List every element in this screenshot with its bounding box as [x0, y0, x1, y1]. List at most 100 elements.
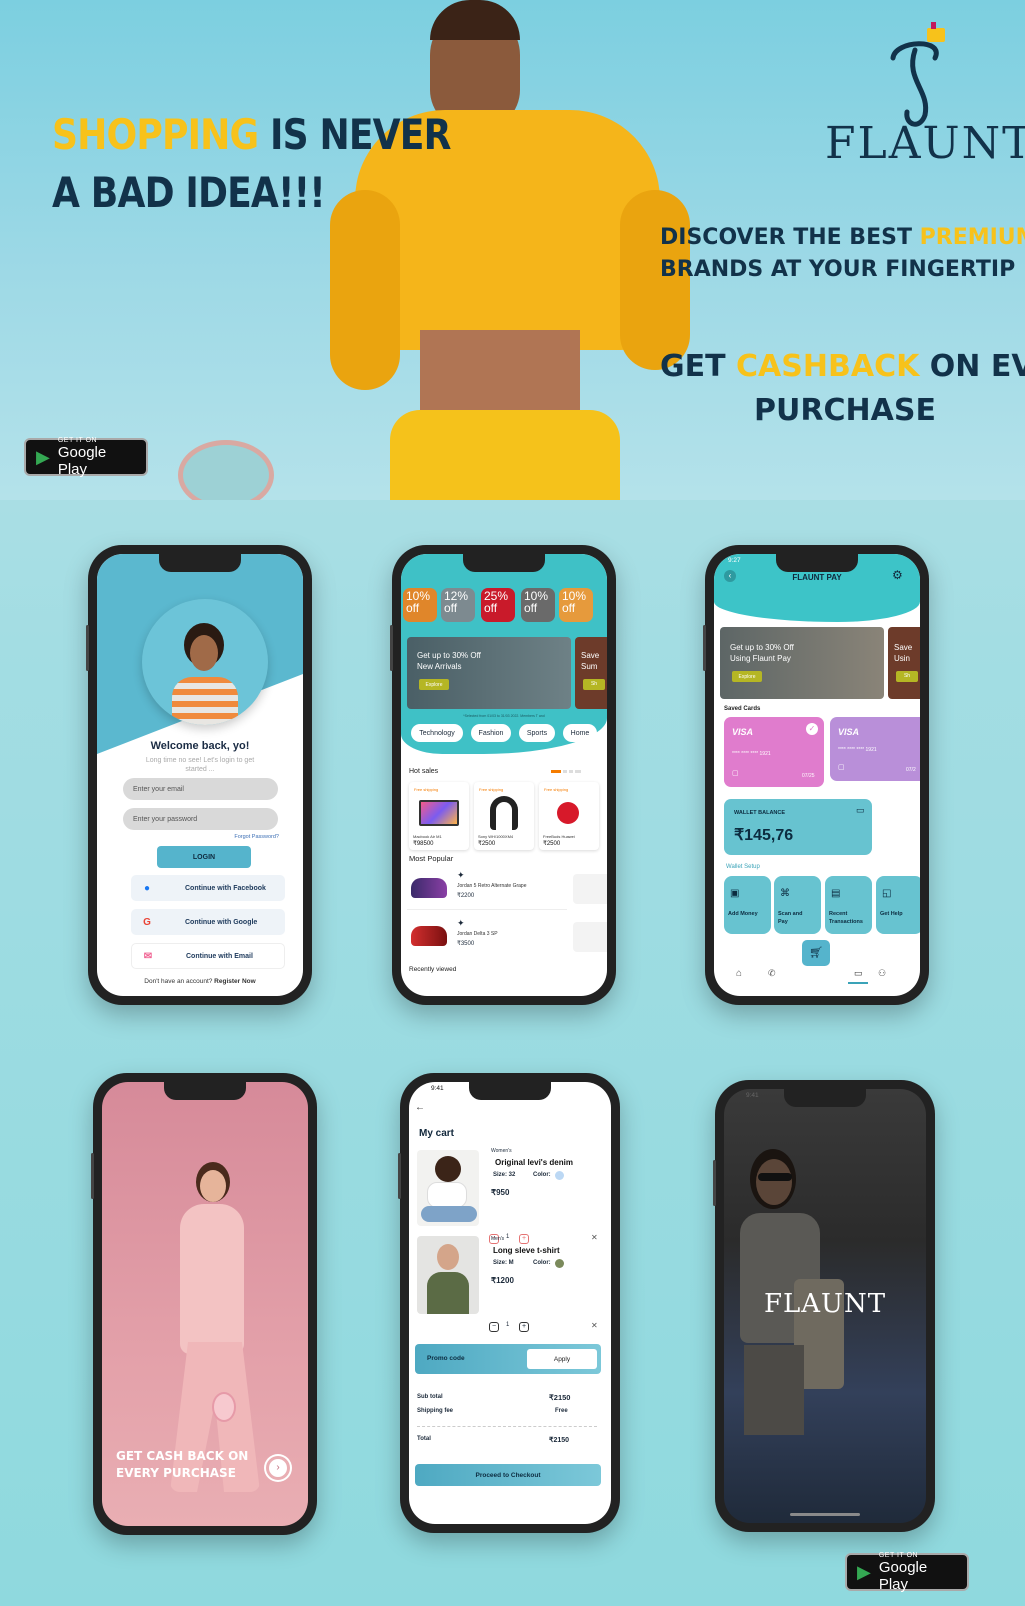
headphones-image	[490, 796, 518, 830]
scan-icon: ⌘	[780, 888, 790, 899]
scan-pay-tile[interactable]: ⌘ Scan and Pay	[774, 876, 821, 934]
phone-login: Welcome back, yo! Long time no see! Let'…	[86, 545, 312, 1005]
google-login-button[interactable]: G Continue with Google	[131, 909, 285, 935]
cart-title: My cart	[419, 1128, 455, 1139]
jordan-logo-icon: ✦	[457, 918, 465, 928]
google-play-badge-bottom[interactable]: ▶ GET IT ON Google Play	[845, 1552, 969, 1593]
hot-sales-heading: Hot sales	[409, 768, 439, 775]
category-sports[interactable]: Sports	[519, 724, 555, 742]
splash-screen: 9:41 FLAUNT	[724, 1089, 926, 1523]
cashback-screen: GET CASH BACK ON EVERY PURCHASE ›	[102, 1082, 308, 1526]
explore-button[interactable]: Explore	[419, 679, 449, 690]
subtotal-label: Sub total	[417, 1394, 443, 1400]
promo-banner[interactable]: Get up to 30% Off New Arrivals Explore	[407, 637, 571, 709]
avatar	[142, 599, 268, 725]
decrease-button[interactable]: −	[489, 1322, 499, 1332]
promo-banner-next[interactable]: Save Sum Sh	[575, 637, 607, 709]
play-store-icon: ▶	[36, 446, 50, 467]
register-prompt: Don't have an account? Register Now	[144, 978, 256, 985]
product-card[interactable]: Free shipping FreeBuds Huawei ₹2500	[539, 782, 599, 850]
shipping-label: Shipping fee	[417, 1408, 453, 1414]
hero-headline-line2: A BAD IDEA!!!	[52, 168, 326, 217]
login-button[interactable]: LOGIN	[157, 846, 251, 868]
cart-item: Men's Long sleve t-shirt Size: M Color: …	[415, 1230, 605, 1318]
splash-brand: FLAUNT	[763, 1289, 887, 1319]
pay-promo-banner-next[interactable]: Save Usin Sh	[888, 627, 920, 699]
bottom-nav: ⌂ ✆ ▭ ⚇	[714, 956, 920, 996]
email-login-button[interactable]: ✉ Continue with Email	[131, 943, 285, 969]
phone-pay: 9:27 ‹ FLAUNT PAY ⚙ Get up to 30% Off Us…	[703, 545, 929, 1005]
cashback-text: GET CASH BACK ON EVERY PURCHASE	[116, 1449, 249, 1480]
product-card[interactable]: Free shipping Sony WH/1000XM4 ₹2500	[474, 782, 534, 850]
recent-transactions-tile[interactable]: ▤ Recent Transactions	[825, 876, 872, 934]
product-image	[417, 1150, 479, 1226]
category-home[interactable]: Home	[563, 724, 597, 742]
pay-promo-banner[interactable]: Get up to 30% Off Using Flaunt Pay Explo…	[720, 627, 884, 699]
checkout-button[interactable]: Proceed to Checkout	[415, 1464, 601, 1486]
users-icon[interactable]: ⚇	[878, 968, 886, 979]
product-card[interactable]: Free shipping Macbook Air M1 ₹98500	[409, 782, 469, 850]
card-visa-pink[interactable]: VISA ✓ **** **** **** 1921 ▢ 07/25	[724, 717, 824, 787]
back-arrow-icon[interactable]: ←	[415, 1102, 425, 1113]
status-time: 9:27	[728, 557, 741, 564]
home-icon[interactable]: ⌂	[736, 968, 742, 979]
list-item[interactable]: ✦ Jordan 5 Retro Alternate Grape ₹2200	[407, 868, 567, 910]
phone-cart: 9:41 ← My cart Women's Original levi's d…	[398, 1073, 620, 1533]
chip-icon: ▢	[732, 770, 739, 777]
next-button[interactable]: ›	[266, 1456, 290, 1480]
product-image	[417, 1236, 479, 1314]
hero-headline-line1: SHOPPING IS NEVER	[52, 110, 451, 159]
password-field[interactable]: Enter your password	[123, 808, 278, 830]
wallet-nav-icon[interactable]: ▭	[854, 968, 863, 979]
active-underline	[848, 982, 868, 984]
promo-code-input[interactable]: Promo code	[427, 1355, 465, 1362]
settings-icon[interactable]: ⚙	[892, 568, 903, 582]
offer-tile[interactable]: 25% off	[481, 588, 515, 622]
email-field[interactable]: Enter your email	[123, 778, 278, 800]
facebook-login-button[interactable]: ● Continue with Facebook	[131, 875, 285, 901]
register-link[interactable]: Register Now	[214, 978, 256, 985]
phone-home: 10% off 12% off 25% off 10% off 10% off …	[390, 545, 616, 1005]
explore-button[interactable]: Explore	[732, 671, 762, 682]
sneaker-image	[411, 926, 447, 946]
offer-tile[interactable]: 12% off	[441, 588, 475, 622]
quantity-value: 1	[506, 1322, 510, 1328]
home-screen: 10% off 12% off 25% off 10% off 10% off …	[401, 554, 607, 996]
chip-icon: ▢	[838, 764, 845, 771]
saved-cards-heading: Saved Cards	[724, 706, 761, 712]
forgot-password-link[interactable]: Forgot Password?	[217, 834, 279, 840]
sneaker-image-next	[573, 874, 607, 904]
facebook-icon: ●	[143, 882, 151, 894]
carousel-dots	[551, 770, 581, 773]
google-play-badge-top[interactable]: ▶ GET IT ON Google Play	[24, 437, 148, 478]
offer-tile[interactable]: 10% off	[559, 588, 593, 622]
remove-item-icon[interactable]: ✕	[591, 1321, 598, 1330]
color-swatch	[555, 1171, 564, 1180]
offer-tile[interactable]: 10% off	[403, 588, 437, 622]
card-visa-purple[interactable]: VISA **** **** **** 1921 ▢ 07/2	[830, 717, 920, 781]
google-icon: G	[143, 916, 151, 928]
apply-button[interactable]: Apply	[527, 1349, 597, 1369]
increase-button[interactable]: +	[519, 1322, 529, 1332]
total-label: Total	[417, 1436, 431, 1442]
phone-icon[interactable]: ✆	[768, 968, 776, 979]
list-item[interactable]: ✦ Jordan Delta 3 SP ₹3500	[407, 916, 567, 958]
phone-cashback: GET CASH BACK ON EVERY PURCHASE ›	[91, 1073, 317, 1535]
tagline-cashback: GET CASHBACK ON EVERY PURCHASE	[660, 349, 1025, 428]
category-fashion[interactable]: Fashion	[471, 724, 511, 742]
category-technology[interactable]: Technology	[411, 724, 463, 742]
status-time: 9:41	[431, 1085, 444, 1092]
offer-tile[interactable]: 10% off	[521, 588, 555, 622]
add-money-icon: ▣	[730, 888, 740, 899]
get-help-tile[interactable]: ◱ Get Help	[876, 876, 920, 934]
divider	[417, 1426, 597, 1427]
pay-screen: 9:27 ‹ FLAUNT PAY ⚙ Get up to 30% Off Us…	[714, 554, 920, 996]
wallet-balance-card[interactable]: WALLET BALANCE ▭ ₹145,76	[724, 799, 872, 855]
subtotal-value: ₹2150	[549, 1393, 571, 1402]
help-icon: ◱	[882, 888, 892, 899]
login-screen: Welcome back, yo! Long time no see! Let'…	[97, 554, 303, 996]
laptop-image	[419, 800, 459, 826]
add-money-tile[interactable]: ▣ Add Money	[724, 876, 771, 934]
book-icon: ▤	[831, 888, 841, 899]
mail-icon: ✉	[143, 950, 153, 962]
